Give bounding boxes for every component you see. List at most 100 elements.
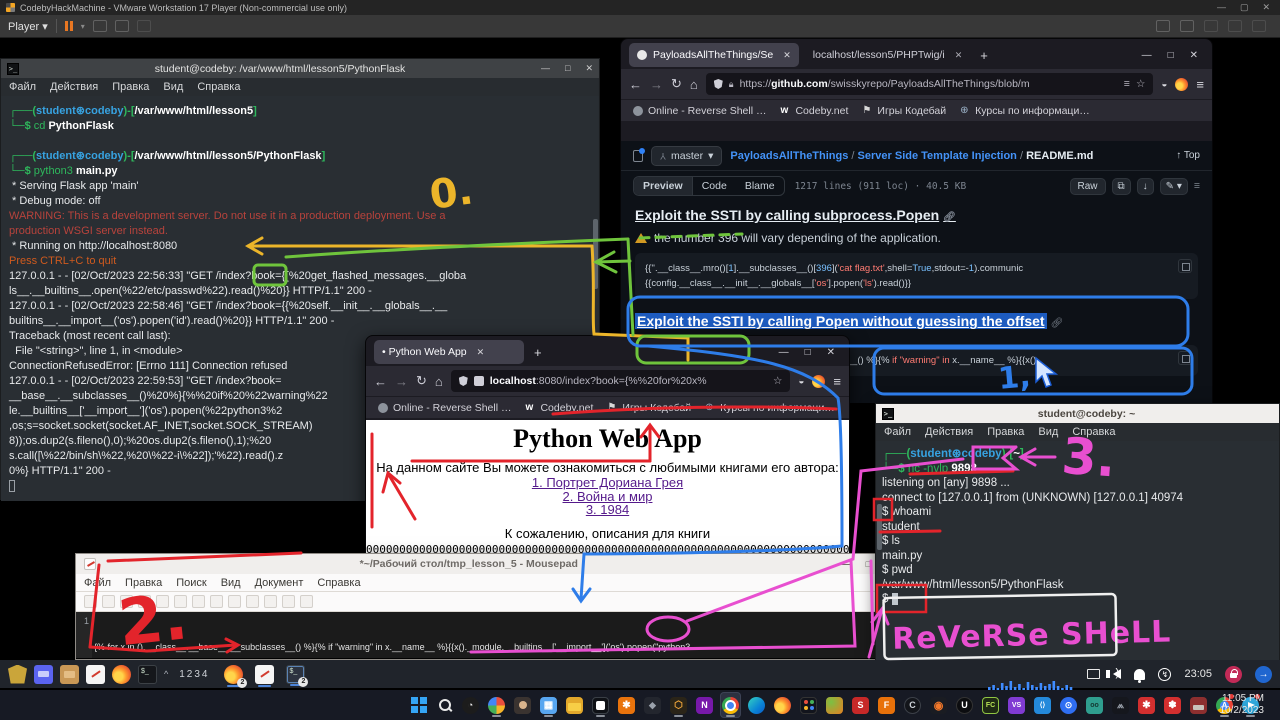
- taskbar-icon-gear1[interactable]: ✱: [1136, 692, 1157, 718]
- back-button[interactable]: ←: [629, 77, 642, 92]
- devices-icon[interactable]: [1156, 20, 1170, 32]
- view-tab-code[interactable]: Code: [693, 177, 736, 195]
- anchor-link-icon[interactable]: 🔗︎: [1051, 318, 1064, 329]
- menu-icon[interactable]: ≡: [833, 374, 841, 389]
- bookmark-star-icon[interactable]: ☆: [1136, 78, 1145, 90]
- vm-taskbar-kali-icon[interactable]: [8, 665, 27, 684]
- mousepad-toolbar-icon[interactable]: [120, 595, 133, 608]
- bookmark-w[interactable]: wCodeby.net: [780, 105, 848, 117]
- bookmark-globe[interactable]: ⊕Курсы по информаци…: [705, 402, 835, 414]
- taskbar-icon-fc[interactable]: FC: [980, 692, 1001, 718]
- close-button[interactable]: ✕: [827, 347, 835, 358]
- windows-clock[interactable]: 11:05 PM 10/2/2023: [1220, 693, 1265, 717]
- right-terminal-titlebar[interactable]: >_ student@codeby: ~: [876, 404, 1279, 423]
- taskbar-icon-vs[interactable]: VS: [1006, 692, 1027, 718]
- mousepad-toolbar-icon[interactable]: [156, 595, 169, 608]
- menu-item-документ[interactable]: Документ: [255, 577, 304, 589]
- mousepad-titlebar[interactable]: *~/Рабочий стол/tmp_lesson_5 - Mousepad …: [76, 554, 879, 574]
- maximize-button[interactable]: □: [1168, 50, 1174, 61]
- tab-payloadsallthethings[interactable]: PayloadsAllTheThings/Se✕: [629, 43, 799, 67]
- bookmark-skull[interactable]: Online - Reverse Shell …: [633, 105, 766, 117]
- expand-icon[interactable]: [1252, 20, 1266, 32]
- vm-taskbar-terminal-icon[interactable]: $_: [138, 665, 157, 684]
- vm-taskbar-firefox-icon[interactable]: 2: [224, 665, 243, 684]
- minimize-button[interactable]: —: [842, 559, 851, 569]
- taskbar-icon-start[interactable]: [408, 692, 429, 718]
- back-button[interactable]: ←: [374, 374, 387, 389]
- close-button[interactable]: ✕: [1262, 2, 1270, 13]
- taskbar-icon-cam[interactable]: [486, 692, 507, 718]
- menu-item-действия[interactable]: Действия: [925, 426, 973, 438]
- taskbar-icon-tools[interactable]: [1188, 692, 1209, 718]
- vm-taskbar-firefox-icon[interactable]: [112, 665, 131, 684]
- top-link[interactable]: ↑ Top: [1176, 150, 1200, 161]
- mousepad-toolbar-icon[interactable]: [138, 595, 151, 608]
- menu-item-справка[interactable]: Справка: [317, 577, 360, 589]
- menu-item-вид[interactable]: Вид: [221, 577, 241, 589]
- scrollbar[interactable]: [877, 504, 882, 550]
- volume-icon[interactable]: [1113, 669, 1121, 679]
- left-terminal-titlebar[interactable]: >_ student@codeby: /var/www/html/lesson5…: [1, 59, 599, 78]
- notifications-icon[interactable]: [1134, 669, 1145, 680]
- copy-code-icon[interactable]: [1178, 351, 1192, 365]
- tab-phptwig[interactable]: localhost/lesson5/PHPTwig/i✕: [805, 43, 970, 67]
- taskbar-icon-vscode[interactable]: ⟨⟩: [1032, 692, 1053, 718]
- new-tab-button[interactable]: +: [530, 345, 546, 360]
- workspace-switcher[interactable]: 1234: [179, 669, 209, 680]
- minimize-button[interactable]: —: [779, 347, 789, 358]
- pocket-icon[interactable]: ◒: [798, 376, 804, 387]
- menu-item-файл[interactable]: Файл: [84, 577, 111, 589]
- book-link[interactable]: 1. Портрет Дориана Грея: [366, 476, 849, 490]
- menu-item-правка[interactable]: Правка: [112, 81, 149, 93]
- tab-close-icon[interactable]: ✕: [477, 347, 485, 358]
- taskbar-icon-leaf[interactable]: [824, 692, 845, 718]
- mousepad-toolbar-icon[interactable]: [300, 595, 313, 608]
- branch-selector[interactable]: Ymaster ▾: [651, 146, 722, 166]
- bookmark-flag[interactable]: ⚑Игры Кодебай: [862, 105, 946, 117]
- home-button[interactable]: ⌂: [690, 77, 698, 92]
- forward-button[interactable]: →: [650, 77, 663, 92]
- fullscreen-icon[interactable]: [115, 20, 129, 32]
- maximize-button[interactable]: ▢: [1240, 2, 1249, 13]
- mousepad-toolbar-icon[interactable]: [264, 595, 277, 608]
- bookmark-w[interactable]: wCodeby.net: [525, 402, 593, 414]
- bookmark-globe[interactable]: ⊕Курсы по информаци…: [960, 105, 1090, 117]
- copy-raw-icon[interactable]: ⧉: [1112, 178, 1131, 195]
- maximize-button[interactable]: □: [565, 63, 570, 74]
- taskbar-icon-calendar[interactable]: ▦: [538, 692, 559, 718]
- maximize-button[interactable]: □: [866, 559, 871, 569]
- taskbar-icon-blender[interactable]: ◉: [928, 692, 949, 718]
- view-tab-preview[interactable]: Preview: [634, 177, 693, 195]
- bookmark-flag[interactable]: ⚑Игры Кодебай: [607, 402, 691, 414]
- file-icon[interactable]: [633, 150, 643, 162]
- shield-icon[interactable]: [714, 79, 723, 89]
- firefox-account-icon[interactable]: [1175, 78, 1188, 91]
- menu-item-вид[interactable]: Вид: [1038, 426, 1058, 438]
- player-menu-button[interactable]: Player ▾: [8, 20, 48, 33]
- mousepad-toolbar-icon[interactable]: [210, 595, 223, 608]
- new-tab-button[interactable]: +: [976, 48, 992, 63]
- vm-taskbar-terminal-icon[interactable]: $_2: [286, 665, 305, 684]
- code-block-popen-offset[interactable]: {{''.__class__.mro()[1].__subclasses__()…: [635, 253, 1198, 299]
- menu-item-действия[interactable]: Действия: [50, 81, 98, 93]
- mousepad-toolbar-icon[interactable]: [102, 595, 115, 608]
- outline-icon[interactable]: ≡: [1194, 180, 1200, 192]
- taskbar-icon-gear2[interactable]: ✽: [1162, 692, 1183, 718]
- maximize-button[interactable]: □: [805, 347, 811, 358]
- suspend-caret-icon[interactable]: ▾: [81, 22, 85, 31]
- view-tab-blame[interactable]: Blame: [736, 177, 784, 195]
- tab-python-web-app[interactable]: • Python Web App✕: [374, 340, 524, 364]
- taskbar-icon-firefox[interactable]: [772, 692, 793, 718]
- menu-icon[interactable]: ≡: [1196, 77, 1204, 92]
- taskbar-icon-esse[interactable]: S: [850, 692, 871, 718]
- taskbar-icon-unreal[interactable]: U: [954, 692, 975, 718]
- vm-clock[interactable]: 23:05: [1184, 668, 1212, 680]
- bookmark-skull[interactable]: Online - Reverse Shell …: [378, 402, 511, 414]
- forward-button[interactable]: →: [395, 374, 408, 389]
- updates-icon[interactable]: →: [1255, 666, 1272, 683]
- taskbar-icon-photos[interactable]: [798, 692, 819, 718]
- mousepad-toolbar-icon[interactable]: [84, 595, 97, 608]
- taskbar-icon-search[interactable]: [434, 692, 455, 718]
- mousepad-toolbar-icon[interactable]: [192, 595, 205, 608]
- taskbar-icon-poly[interactable]: ◆: [642, 692, 663, 718]
